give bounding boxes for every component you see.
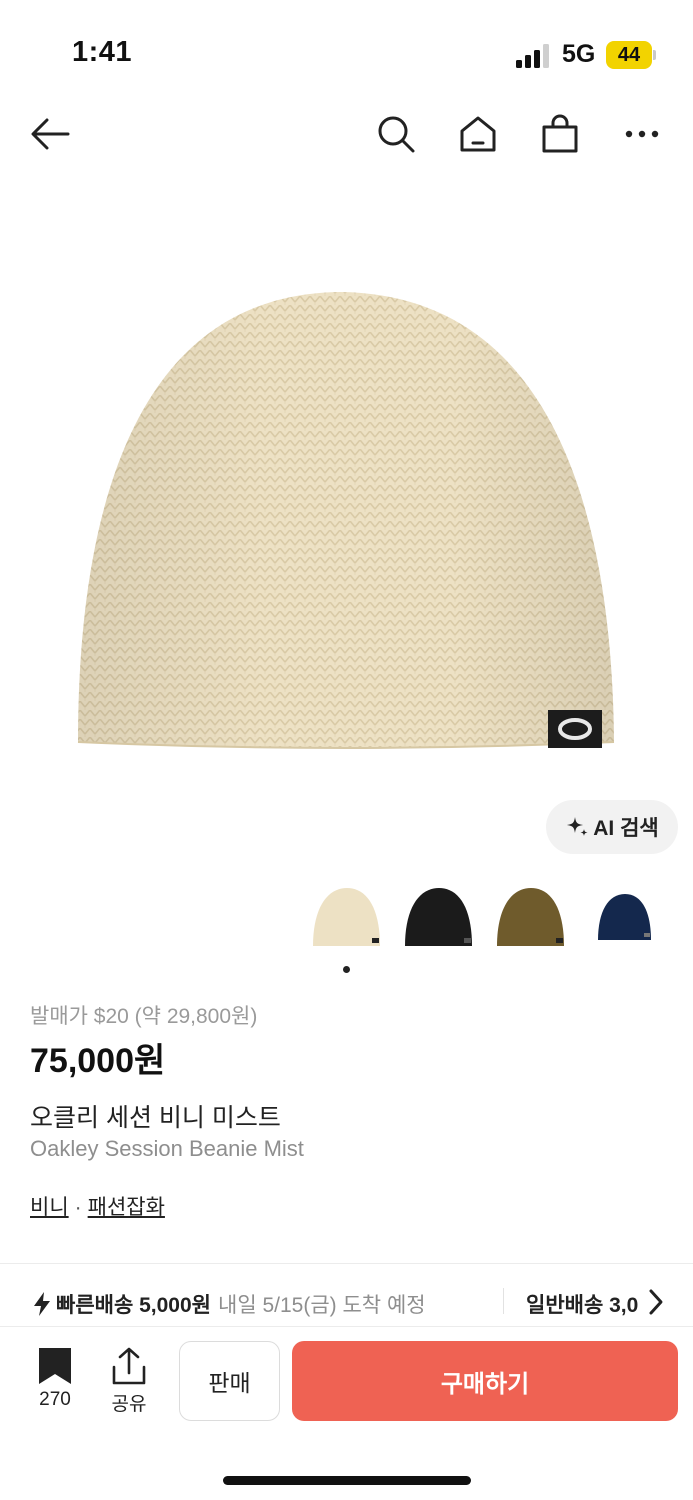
product-image [77, 292, 615, 749]
carousel-page-indicator [343, 966, 350, 973]
colorway-thumbnails [0, 880, 693, 960]
category-breadcrumb: 비니 · 패션잡화 [30, 1191, 165, 1221]
bookmark-count: 270 [39, 1389, 71, 1410]
fast-shipping-eta: 내일 5/15(금) 도착 예정 [218, 1294, 426, 1317]
status-time: 1:41 [72, 36, 133, 68]
bookmark-button[interactable]: 270 [25, 1347, 85, 1411]
current-price: 75,000원 [30, 1042, 166, 1080]
lightning-icon [34, 1292, 50, 1316]
battery-icon: 44 [606, 41, 656, 69]
home-icon[interactable] [456, 112, 500, 156]
product-name-korean: 오클리 세션 비니 미스트 [30, 1104, 281, 1132]
normal-shipping-option[interactable]: 일반배송 3,0 [526, 1289, 644, 1319]
share-label: 공유 [111, 1394, 147, 1415]
fast-shipping-label: 빠른배송 5,000원 [56, 1294, 211, 1317]
back-arrow-icon[interactable] [28, 112, 72, 156]
sell-button[interactable]: 판매 [179, 1341, 280, 1421]
search-icon[interactable] [374, 112, 418, 156]
thumbnail-mist[interactable] [308, 880, 386, 958]
share-button[interactable]: 공유 [99, 1347, 159, 1416]
release-price: 발매가 $20 (약 29,800원) [30, 1005, 258, 1028]
status-bar: 1:41 5G 44 [0, 0, 693, 100]
product-image-carousel[interactable] [0, 170, 693, 860]
more-icon[interactable] [620, 112, 664, 156]
product-name-english: Oakley Session Beanie Mist [30, 1136, 304, 1161]
thumbnail-olive[interactable] [492, 880, 570, 958]
category-separator: · [74, 1196, 82, 1219]
category-link-beanie[interactable]: 비니 [30, 1196, 69, 1219]
chevron-right-icon[interactable] [646, 1288, 666, 1316]
ai-search-button[interactable]: AI 검색 [546, 800, 678, 854]
home-indicator [223, 1476, 471, 1485]
shopping-bag-icon[interactable] [538, 112, 582, 156]
top-nav [0, 100, 693, 170]
cellular-signal-icon [516, 44, 549, 68]
oakley-logo-tag [548, 710, 602, 748]
ai-search-label: AI 검색 [593, 817, 659, 840]
category-link-fashion-goods[interactable]: 패션잡화 [88, 1196, 165, 1219]
thumbnail-black[interactable] [400, 880, 478, 958]
fast-shipping-option[interactable]: 빠른배송 5,000원 내일 5/15(금) 도착 예정 [32, 1289, 426, 1319]
shipping-separator [503, 1288, 504, 1314]
buy-button[interactable]: 구매하기 [292, 1341, 678, 1421]
sparkle-icon [567, 817, 588, 836]
network-label: 5G [562, 40, 596, 68]
bookmark-icon [39, 1348, 71, 1384]
battery-level: 44 [617, 44, 641, 66]
shipping-options[interactable]: 빠른배송 5,000원 내일 5/15(금) 도착 예정 일반배송 3,0 [0, 1264, 693, 1326]
share-icon [112, 1347, 146, 1385]
thumbnail-navy[interactable] [586, 880, 664, 958]
bottom-action-bar: 270 공유 판매 구매하기 [0, 1327, 693, 1437]
